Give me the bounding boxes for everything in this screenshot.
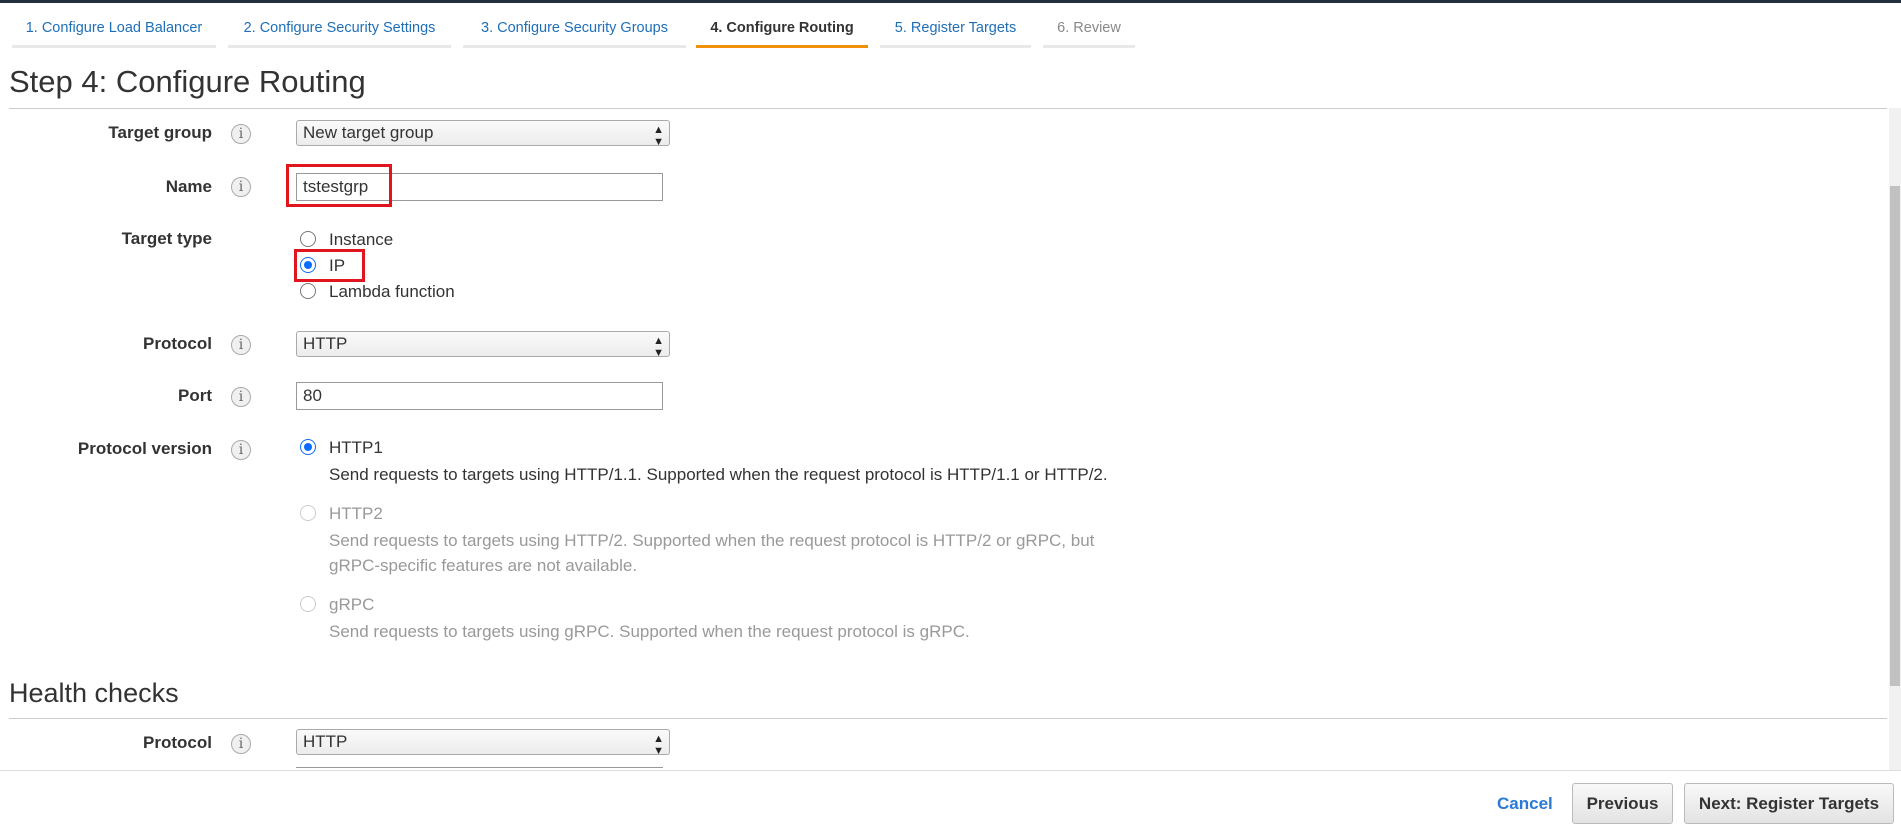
protocol-label: Protocol	[143, 334, 212, 353]
http1-description: Send requests to targets using HTTP/1.1.…	[329, 465, 1108, 484]
cancel-link[interactable]: Cancel	[1497, 794, 1553, 814]
hc-protocol-select[interactable]: HTTP ▲ ▼	[296, 729, 670, 757]
divider	[9, 718, 1887, 719]
info-icon[interactable]: i	[231, 335, 251, 355]
radio-lambda[interactable]	[300, 283, 316, 299]
protocol-select[interactable]: HTTP ▲ ▼	[296, 331, 670, 359]
hc-protocol-value: HTTP	[303, 732, 348, 751]
select-arrows-icon: ▲ ▼	[653, 733, 664, 757]
radio-http1[interactable]	[300, 439, 316, 455]
radio-grpc	[300, 596, 316, 612]
protocol-value: HTTP	[303, 334, 348, 353]
port-label: Port	[178, 386, 212, 405]
radio-grpc-label: gRPC	[329, 595, 375, 614]
info-icon[interactable]: i	[231, 177, 251, 197]
hc-protocol-label: Protocol	[143, 733, 212, 752]
target-group-select[interactable]: New target group ▲ ▼	[296, 120, 670, 148]
highlight-box	[286, 164, 392, 207]
highlight-box	[294, 249, 365, 282]
target-group-label: Target group	[108, 123, 212, 142]
target-type-label: Target type	[121, 229, 212, 248]
tab-configure-load-balancer[interactable]: 1. Configure Load Balancer	[12, 18, 216, 48]
scrollbar-thumb[interactable]	[1890, 186, 1900, 686]
info-icon[interactable]: i	[231, 124, 251, 144]
radio-instance-label[interactable]: Instance	[329, 230, 393, 250]
http2-description: Send requests to targets using HTTP/2. S…	[329, 531, 1095, 550]
target-group-value: New target group	[303, 123, 434, 142]
top-bar	[0, 0, 1901, 3]
radio-http1-label[interactable]: HTTP1	[329, 438, 383, 458]
health-checks-heading: Health checks	[9, 678, 179, 708]
name-label: Name	[165, 177, 212, 196]
divider	[9, 108, 1887, 109]
http2-description-2: gRPC-specific features are not available…	[329, 556, 638, 575]
tab-configure-routing[interactable]: 4. Configure Routing	[696, 18, 868, 48]
radio-instance[interactable]	[300, 231, 316, 247]
select-arrows-icon: ▲ ▼	[653, 124, 664, 148]
grpc-description: Send requests to targets using gRPC. Sup…	[329, 622, 970, 641]
radio-lambda-label[interactable]: Lambda function	[329, 282, 455, 302]
info-icon[interactable]: i	[231, 734, 251, 754]
info-icon[interactable]: i	[231, 440, 251, 460]
tab-configure-security-groups[interactable]: 3. Configure Security Groups	[463, 18, 686, 48]
tab-configure-security-settings[interactable]: 2. Configure Security Settings	[228, 18, 451, 48]
protocol-version-label: Protocol version	[77, 439, 212, 458]
radio-http2	[300, 505, 316, 521]
next-register-targets-button[interactable]: Next: Register Targets	[1684, 783, 1894, 824]
select-arrows-icon: ▲ ▼	[653, 335, 664, 359]
tab-register-targets[interactable]: 5. Register Targets	[880, 18, 1031, 48]
port-input[interactable]: 80	[296, 382, 663, 410]
scrollbar[interactable]	[1889, 108, 1901, 770]
tab-review: 6. Review	[1043, 18, 1135, 48]
page-title: Step 4: Configure Routing	[9, 64, 366, 99]
previous-button[interactable]: Previous	[1572, 783, 1673, 824]
radio-http2-label: HTTP2	[329, 504, 383, 523]
info-icon[interactable]: i	[231, 387, 251, 407]
